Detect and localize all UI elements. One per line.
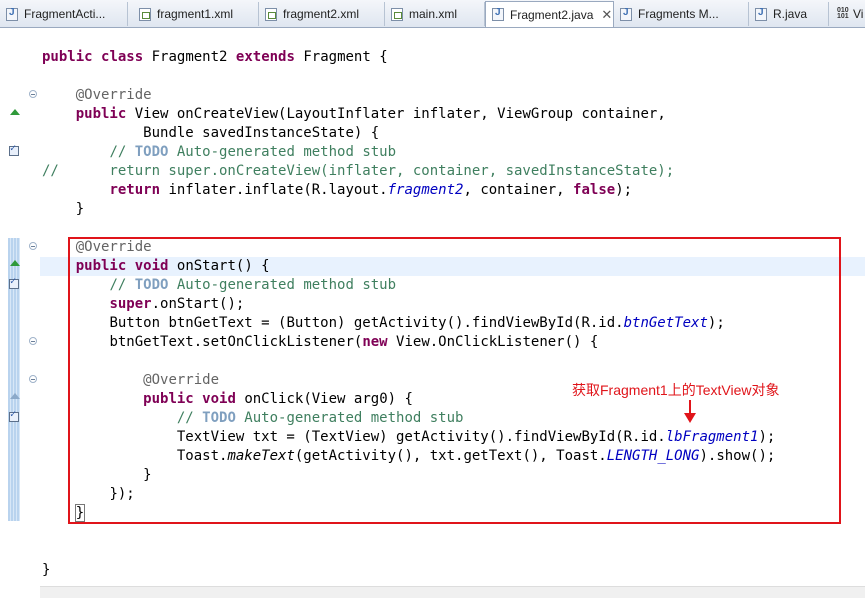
tab-label: R.java	[773, 7, 808, 21]
xml-file-icon	[391, 7, 403, 21]
tab-r-java[interactable]: R.java	[749, 2, 829, 26]
code-line: return inflater.inflate(R.layout.fragmen…	[109, 182, 633, 198]
tab-label: main.xml	[409, 7, 458, 21]
override-marker-icon[interactable]	[10, 109, 20, 115]
tab-fragment-activity[interactable]: FragmentActi...	[0, 2, 128, 26]
code-line: // TODO Auto-generated method stub	[109, 144, 397, 160]
tab-fragment1-xml[interactable]: fragment1.xml	[133, 2, 259, 26]
close-tab-icon[interactable]: ✕	[601, 7, 612, 23]
task-marker-icon[interactable]	[9, 409, 19, 422]
annotation-note: 获取Fragment1上的TextView对象	[572, 382, 780, 398]
code-line: Bundle savedInstanceState) {	[143, 125, 380, 141]
fold-toggle-icon[interactable]	[29, 337, 37, 345]
java-file-icon	[492, 7, 504, 21]
task-marker-icon[interactable]	[9, 276, 19, 289]
java-file-icon	[755, 7, 767, 21]
editor-tab-bar: FragmentActi... fragment1.xml fragment2.…	[0, 0, 865, 28]
tab-fragments-main[interactable]: Fragments M...	[614, 2, 749, 26]
fold-toggle-icon[interactable]	[29, 90, 37, 98]
tab-main-xml[interactable]: main.xml	[385, 2, 485, 26]
implements-marker-icon[interactable]	[10, 393, 20, 399]
fold-toggle-icon[interactable]	[29, 375, 37, 383]
override-marker-icon[interactable]	[10, 260, 20, 266]
tab-label: fragment1.xml	[157, 7, 234, 21]
binary-file-icon: 010 101	[837, 6, 849, 20]
horizontal-scrollbar[interactable]	[40, 586, 865, 598]
code-line: public View onCreateView(LayoutInflater …	[75, 106, 666, 122]
tab-label: Fragments M...	[638, 7, 719, 21]
tab-overflow[interactable]: 010 101 Vi	[831, 2, 865, 26]
tab-fragment2-xml[interactable]: fragment2.xml	[259, 2, 385, 26]
annotation-arrow-head	[684, 413, 696, 423]
tab-label: FragmentActi...	[24, 7, 106, 21]
xml-file-icon	[265, 7, 277, 21]
code-line: }	[42, 562, 51, 578]
tab-label: Vi	[853, 7, 864, 21]
tab-label: fragment2.xml	[283, 7, 360, 21]
java-file-icon	[620, 7, 632, 21]
tab-fragment2-java[interactable]: Fragment2.java ✕	[485, 1, 614, 27]
code-line: public class Fragment2 extends Fragment …	[42, 49, 388, 65]
java-file-icon	[6, 7, 18, 21]
code-line: @Override	[75, 87, 152, 103]
code-line: // return super.onCreateView(inflater, c…	[42, 163, 675, 179]
tab-label: Fragment2.java	[510, 7, 594, 22]
task-marker-icon[interactable]	[9, 143, 19, 156]
fold-toggle-icon[interactable]	[29, 242, 37, 250]
code-line: }	[75, 201, 85, 217]
xml-file-icon	[139, 7, 151, 21]
